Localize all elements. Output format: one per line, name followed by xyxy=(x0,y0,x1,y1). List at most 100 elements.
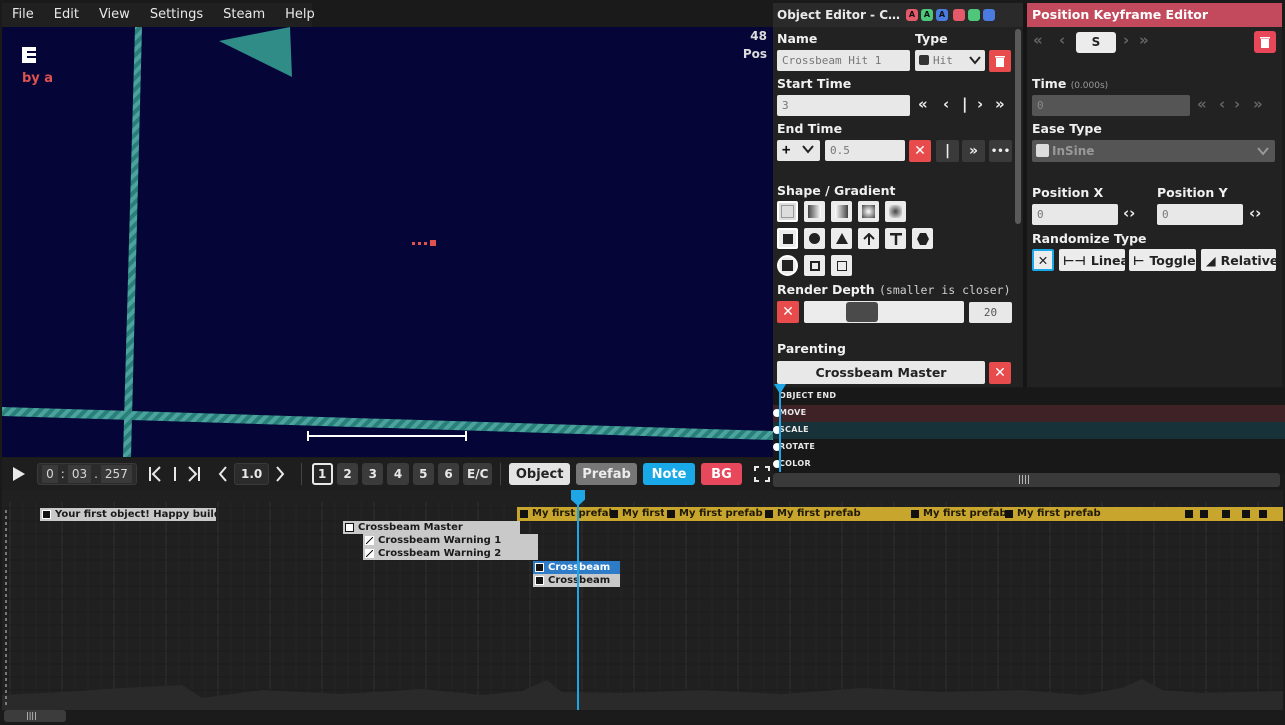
kf-time-input[interactable]: 0 xyxy=(1032,95,1190,116)
double-chevron-right-icon[interactable]: » xyxy=(995,95,1005,113)
timeline-object[interactable]: Crossbeam Warning 1 xyxy=(363,534,538,547)
end-time-clear-button[interactable]: ✕ xyxy=(909,140,931,162)
double-chevron-right-icon[interactable]: » xyxy=(1253,95,1263,113)
shape-option-thinner-icon[interactable] xyxy=(831,255,852,276)
gradient-radial-out-icon[interactable] xyxy=(885,201,906,222)
double-chevron-left-icon[interactable]: « xyxy=(1197,95,1207,113)
object-editor-scrollbar[interactable] xyxy=(1015,29,1021,224)
track-color[interactable]: COLOR xyxy=(773,456,1285,473)
prefab-marker[interactable] xyxy=(1222,510,1230,518)
end-time-marker-button[interactable]: | xyxy=(936,140,959,162)
type-select[interactable]: Hit xyxy=(915,50,985,71)
time-field[interactable]: 0 : 03 . 257 xyxy=(37,463,137,485)
keyframe-tracks[interactable]: OBJECT END MOVE SCALE ROTATE COLOR xyxy=(773,384,1285,473)
parent-clear-button[interactable]: ✕ xyxy=(989,362,1011,384)
render-depth-slider-handle[interactable] xyxy=(846,302,878,322)
prefab-mode-button[interactable]: Prefab xyxy=(576,463,637,485)
prefab-strip[interactable]: My first prefab My first p My first pref… xyxy=(517,507,1283,521)
layer-button-ec[interactable]: E/C xyxy=(463,463,493,485)
prefab-item[interactable]: My first p xyxy=(609,507,664,521)
play-icon[interactable] xyxy=(6,462,31,486)
menu-view[interactable]: View xyxy=(89,3,140,27)
menu-file[interactable]: File xyxy=(2,3,44,27)
double-chevron-right-icon[interactable]: » xyxy=(1139,31,1149,49)
timeline-object[interactable]: Your first object! Happy buildin xyxy=(40,508,216,521)
shape-arrow-icon[interactable] xyxy=(858,228,879,249)
layer-button-5[interactable]: 5 xyxy=(412,463,434,485)
prefab-marker[interactable] xyxy=(1185,510,1193,518)
timeline-scrollbar[interactable]: |||| xyxy=(2,710,1283,722)
timeline-object[interactable]: Crossbeam Warning 2 xyxy=(363,547,538,560)
editor-viewport[interactable]: by a 48 Pos xyxy=(2,27,773,457)
render-depth-slider[interactable] xyxy=(804,301,964,323)
menu-help[interactable]: Help xyxy=(275,3,325,27)
tag-a-red[interactable]: A xyxy=(906,9,918,21)
tag-a-green[interactable]: A xyxy=(921,9,933,21)
speed-up-icon[interactable] xyxy=(269,462,290,486)
ease-type-select[interactable]: InSine xyxy=(1032,140,1275,162)
layer-button-2[interactable]: 2 xyxy=(336,463,359,485)
position-y-stepper-icon[interactable]: ‹› xyxy=(1249,204,1261,222)
prefab-item[interactable]: My first prefab xyxy=(666,507,763,521)
layer-button-1[interactable]: 1 xyxy=(311,463,333,485)
shape-circle-icon[interactable] xyxy=(804,228,825,249)
randomize-linear-button[interactable]: ⊢⊣ Linear xyxy=(1059,249,1135,271)
chevron-right-icon[interactable]: › xyxy=(1123,31,1129,49)
delete-keyframe-button[interactable] xyxy=(1254,31,1276,53)
marker-icon[interactable] xyxy=(166,462,183,486)
end-time-input[interactable]: 0.5 xyxy=(825,140,905,161)
time-milliseconds[interactable]: 257 xyxy=(100,465,132,483)
timeline[interactable]: My first prefab My first p My first pref… xyxy=(2,490,1283,710)
menu-settings[interactable]: Settings xyxy=(140,3,213,27)
prefab-item[interactable]: My first prefab xyxy=(519,507,616,521)
layer-button-6[interactable]: 6 xyxy=(437,463,460,485)
chevron-right-icon[interactable]: › xyxy=(1234,95,1240,113)
chevron-left-icon[interactable]: ‹ xyxy=(1219,95,1225,113)
shape-option-thin-icon[interactable] xyxy=(804,255,825,276)
keyframe-scrollbar[interactable]: |||| xyxy=(773,473,1280,487)
speed-value[interactable]: 1.0 xyxy=(234,463,270,485)
track-move[interactable]: MOVE xyxy=(773,405,1285,422)
keyframe-selector[interactable]: S xyxy=(1076,32,1116,53)
position-x-stepper-icon[interactable]: ‹› xyxy=(1123,204,1135,222)
randomize-toggle-button[interactable]: ⊢ Toggle xyxy=(1129,249,1196,271)
skip-end-icon[interactable] xyxy=(183,462,204,486)
shape-option-filled-icon[interactable] xyxy=(777,255,798,276)
track-scale[interactable]: SCALE xyxy=(773,422,1285,439)
double-chevron-left-icon[interactable]: « xyxy=(1033,31,1043,49)
prefab-marker[interactable] xyxy=(1242,510,1250,518)
object-mode-button[interactable]: Object xyxy=(509,463,571,485)
color-dot-blue[interactable] xyxy=(983,9,995,21)
timeline-object[interactable]: Crossbeam Master xyxy=(343,521,520,534)
menu-steam[interactable]: Steam xyxy=(213,3,275,27)
marker-icon[interactable]: | xyxy=(962,95,967,113)
tag-a-blue[interactable]: A xyxy=(936,9,948,21)
prefab-marker[interactable] xyxy=(1259,510,1267,518)
time-minutes[interactable]: 0 xyxy=(42,465,58,483)
timeline-playhead[interactable] xyxy=(577,502,579,710)
color-dot-red[interactable] xyxy=(953,9,965,21)
shape-text-icon[interactable] xyxy=(885,228,906,249)
chevron-left-icon[interactable]: ‹ xyxy=(943,95,949,113)
end-time-mode-select[interactable]: + xyxy=(777,140,820,161)
delete-object-button[interactable] xyxy=(989,50,1011,72)
timeline-scroll-thumb[interactable]: |||| xyxy=(4,710,66,722)
parent-button[interactable]: Crossbeam Master xyxy=(777,361,985,384)
time-seconds[interactable]: 03 xyxy=(67,465,92,483)
start-time-input[interactable]: 3 xyxy=(777,95,910,116)
gradient-radial-in-icon[interactable] xyxy=(858,201,879,222)
chevron-left-icon[interactable]: ‹ xyxy=(1059,31,1065,49)
note-mode-button[interactable]: Note xyxy=(642,463,696,485)
double-chevron-left-icon[interactable]: « xyxy=(918,95,928,113)
speed-down-icon[interactable] xyxy=(213,462,234,486)
prefab-marker[interactable] xyxy=(1200,510,1208,518)
render-depth-clear-button[interactable]: ✕ xyxy=(777,301,799,323)
shape-hexagon-icon[interactable] xyxy=(912,228,933,249)
position-y-input[interactable]: 0 xyxy=(1157,204,1243,225)
prefab-item[interactable]: My first prefab xyxy=(764,507,861,521)
gradient-linear-left-icon[interactable] xyxy=(831,201,852,222)
shape-square-icon[interactable] xyxy=(777,228,798,249)
bg-mode-button[interactable]: BG xyxy=(701,463,742,485)
more-options-icon[interactable]: ••• xyxy=(989,140,1012,162)
render-depth-input[interactable]: 20 xyxy=(969,302,1012,323)
